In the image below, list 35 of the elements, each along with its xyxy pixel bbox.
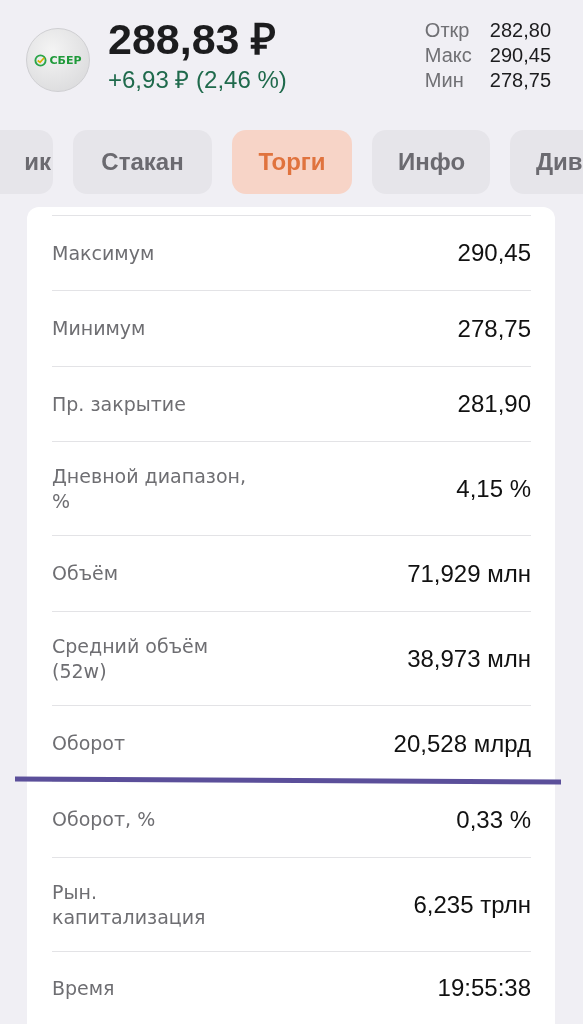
stat-value: 290,45	[489, 42, 551, 68]
row-value: 19:55:38	[437, 974, 531, 1002]
row-label: Дневной диапазон, %	[52, 463, 247, 514]
row-value: 0,33 %	[456, 805, 531, 834]
check-circle-icon	[34, 53, 48, 67]
row-value: 281,90	[457, 390, 531, 418]
stat-label: Макс	[424, 42, 472, 68]
row-value: 278,75	[457, 314, 531, 343]
row-value: 4,15 %	[456, 474, 531, 503]
row-label: Оборот	[52, 731, 126, 756]
stat-value: 278,75	[489, 67, 551, 93]
stat-value: 282,80	[489, 17, 551, 43]
row-label: Максимум	[52, 240, 155, 266]
row-label: Объём	[52, 561, 119, 586]
tab[interactable]: Торги	[232, 130, 352, 194]
row-label: Рын. капитализация	[52, 879, 207, 930]
tab[interactable]: Стакан	[73, 130, 212, 194]
logo-text: СБЕР	[49, 53, 82, 67]
row-value: 38,973 млн	[407, 644, 531, 673]
tab[interactable]: Див	[510, 130, 583, 194]
price: 288,83 ₽	[108, 16, 278, 63]
row-label: Средний объём (52w)	[52, 633, 210, 684]
stat-label: Мин	[424, 67, 465, 93]
tab[interactable]: ик	[0, 130, 53, 194]
row-value: 20,528 млрд	[393, 729, 531, 758]
stat-label: Откр	[424, 17, 471, 43]
row-value: 290,45	[457, 239, 531, 267]
tab[interactable]: Инфо	[372, 130, 490, 194]
row-label: Время	[52, 975, 115, 1001]
row-label: Минимум	[52, 316, 146, 341]
row-value: 71,929 млн	[407, 559, 531, 588]
row-value: 6,235 трлн	[413, 890, 531, 919]
row-label: Пр. закрытие	[52, 391, 186, 417]
row-label: Оборот, %	[52, 807, 156, 832]
price-change: +6,93 ₽ (2,46 %)	[108, 65, 287, 96]
